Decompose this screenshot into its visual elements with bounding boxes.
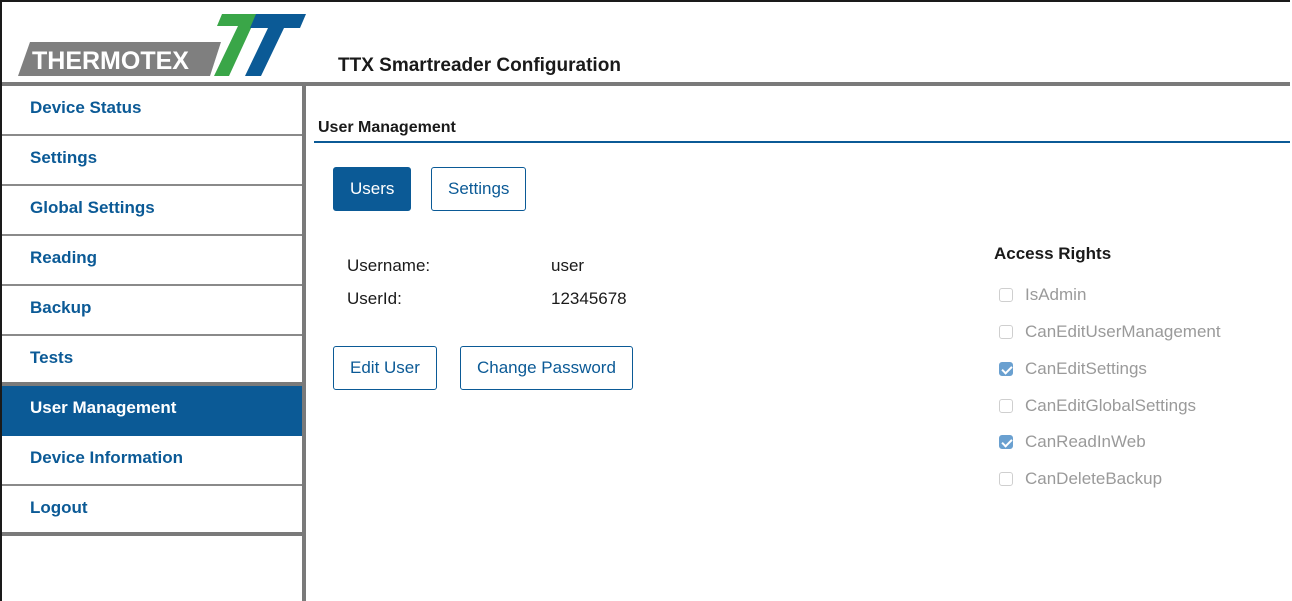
- userid-value: 12345678: [551, 289, 627, 308]
- access-right-label: CanEditSettings: [1025, 359, 1147, 378]
- username-label: Username:: [347, 256, 431, 275]
- access-right-label: CanEditGlobalSettings: [1025, 396, 1197, 415]
- sidebar-item-reading[interactable]: Reading: [2, 236, 302, 286]
- logo-t-blue: [245, 14, 306, 76]
- access-right-canreadinweb[interactable]: CanReadInWeb: [999, 430, 1146, 454]
- sidebar-item-backup[interactable]: Backup: [2, 286, 302, 336]
- access-right-label: IsAdmin: [1025, 285, 1087, 304]
- tab-settings[interactable]: Settings: [431, 167, 527, 211]
- access-right-caneditglobalsettings[interactable]: CanEditGlobalSettings: [999, 394, 1196, 418]
- access-right-label: CanEditUserManagement: [1025, 322, 1221, 341]
- sidebar-item-device-status[interactable]: Device Status: [2, 86, 302, 136]
- sidebar: Device Status Settings Global Settings R…: [2, 86, 306, 601]
- thermotex-logo: THERMOTEX: [18, 14, 306, 76]
- sidebar-item-user-management[interactable]: User Management: [2, 386, 302, 436]
- access-right-isadmin[interactable]: IsAdmin: [999, 283, 1086, 307]
- app-title: TTX Smartreader Configuration: [338, 55, 621, 76]
- edit-user-button[interactable]: Edit User: [333, 346, 437, 390]
- change-password-button[interactable]: Change Password: [460, 346, 633, 390]
- checkbox-canreadinweb[interactable]: [999, 435, 1013, 449]
- sidebar-item-global-settings[interactable]: Global Settings: [2, 186, 302, 236]
- header: THERMOTEX TTX Smartreader Configuration: [2, 2, 1290, 82]
- checkbox-caneditsettings[interactable]: [999, 362, 1013, 376]
- access-right-label: CanReadInWeb: [1025, 432, 1146, 451]
- sidebar-item-label: Logout: [30, 498, 88, 517]
- sidebar-item-label: Device Status: [30, 98, 142, 117]
- checkbox-caneditglobalsettings[interactable]: [999, 399, 1013, 413]
- sidebar-item-label: Backup: [30, 298, 92, 317]
- sidebar-item-label: Tests: [30, 348, 74, 367]
- sidebar-item-settings[interactable]: Settings: [2, 136, 302, 186]
- page-title: User Management: [318, 119, 456, 136]
- sidebar-item-logout[interactable]: Logout: [2, 486, 302, 536]
- sidebar-item-label: Reading: [30, 248, 98, 267]
- sidebar-item-label: User Management: [30, 398, 177, 417]
- sidebar-item-label: Device Information: [30, 448, 184, 467]
- checkbox-candeletebackup[interactable]: [999, 472, 1013, 486]
- tab-users[interactable]: Users: [333, 167, 412, 211]
- sidebar-item-tests[interactable]: Tests: [2, 336, 302, 386]
- access-rights-title: Access Rights: [994, 244, 1112, 263]
- access-right-caneditusermanagement[interactable]: CanEditUserManagement: [999, 320, 1221, 344]
- access-right-caneditsettings[interactable]: CanEditSettings: [999, 357, 1147, 381]
- sidebar-item-label: Global Settings: [30, 198, 155, 217]
- access-right-label: CanDeleteBackup: [1025, 469, 1163, 488]
- checkbox-isadmin[interactable]: [999, 288, 1013, 302]
- logo-text: THERMOTEX: [32, 47, 189, 75]
- main-content: User Management Users Settings Username:…: [306, 86, 1290, 601]
- username-value: user: [551, 256, 585, 275]
- access-right-candeletebackup[interactable]: CanDeleteBackup: [999, 467, 1162, 491]
- checkbox-caneditusermanagement[interactable]: [999, 325, 1013, 339]
- section-divider: [314, 141, 1290, 143]
- userid-label: UserId:: [347, 289, 402, 308]
- sidebar-item-device-information[interactable]: Device Information: [2, 436, 302, 486]
- sidebar-item-label: Settings: [30, 148, 98, 167]
